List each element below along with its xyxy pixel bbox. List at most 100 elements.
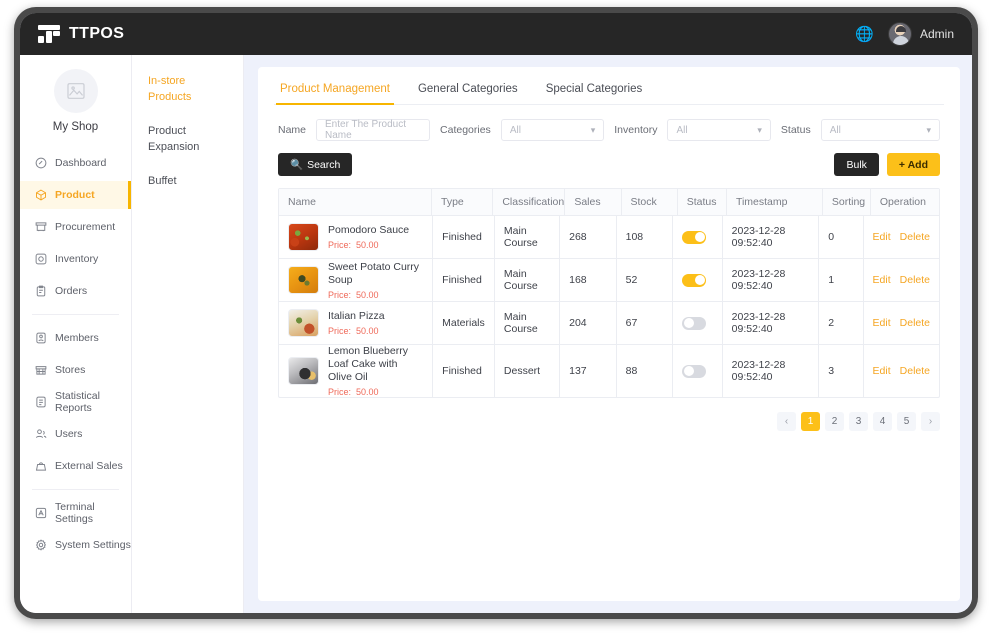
sidebar-item-product[interactable]: Product — [20, 181, 131, 209]
status-toggle[interactable] — [682, 316, 707, 330]
status-toggle[interactable] — [682, 273, 707, 287]
chevron-down-icon: ▾ — [757, 124, 762, 135]
brand: TTPOS — [38, 25, 124, 43]
shop-image-placeholder-icon — [53, 69, 98, 113]
product-price: Price: 50.00 — [328, 326, 379, 336]
shop-block: My Shop — [20, 55, 131, 143]
sidebar-item-dashboard[interactable]: Dashboard — [20, 149, 131, 177]
table-row[interactable]: Lemon Blueberry Loaf Cake with Olive Oil… — [279, 345, 939, 397]
globe-icon[interactable]: 🌐 — [855, 27, 874, 42]
categories-select-value: All — [509, 124, 521, 136]
top-bar-right: 🌐 Admin — [855, 22, 954, 46]
inventory-filter-label: Inventory — [614, 124, 658, 136]
search-input[interactable]: Enter The Product Name — [316, 119, 431, 141]
column-header-sales: Sales — [565, 189, 622, 215]
delete-link[interactable]: Delete — [900, 317, 930, 329]
sidebar-item-stores[interactable]: Stores — [20, 356, 131, 384]
status-select[interactable]: All ▾ — [820, 119, 940, 141]
sidebar-item-label: Orders — [55, 285, 88, 297]
search-input-placeholder: Enter The Product Name — [325, 119, 406, 141]
table-row[interactable]: Pomodoro Sauce Price: 50.00 Finished Mai… — [279, 216, 939, 259]
sidebar-item-label: Users — [55, 428, 83, 440]
cell-sorting: 3 — [819, 345, 864, 397]
app-screen: TTPOS 🌐 Admin My Shop Dashboard Product … — [20, 13, 972, 613]
sidebar-item-label: Inventory — [55, 253, 99, 265]
cell-classification: Main Course — [495, 216, 561, 258]
users-group-icon — [34, 428, 47, 441]
sidebar-divider-2 — [32, 489, 119, 490]
edit-link[interactable]: Edit — [873, 274, 891, 286]
ttpos-logo-icon — [38, 25, 60, 43]
status-select-value: All — [829, 124, 841, 136]
page-button-4[interactable]: 4 — [873, 412, 892, 431]
page-button-5[interactable]: 5 — [897, 412, 916, 431]
table-row[interactable]: Italian Pizza Price: 50.00 Materials Mai… — [279, 302, 939, 345]
delete-link[interactable]: Delete — [900, 274, 930, 286]
sidebar-item-label: External Sales — [55, 460, 123, 472]
sidebar-item-label: Statistical Reports — [55, 390, 100, 414]
sidebar-item-external-sales[interactable]: External Sales — [20, 452, 131, 480]
edit-link[interactable]: Edit — [873, 317, 891, 329]
cell-name: Sweet Potato Curry Soup Price: 50.00 — [279, 259, 434, 301]
cell-stock: 67 — [617, 302, 674, 344]
search-button[interactable]: 🔍 Search — [278, 153, 353, 176]
table-header-row: Name Type Classification Sales Stock Sta… — [279, 189, 939, 216]
edit-link[interactable]: Edit — [873, 231, 891, 243]
edit-link[interactable]: Edit — [873, 365, 891, 377]
inventory-select[interactable]: All ▾ — [667, 119, 771, 141]
subnav-item-buffet[interactable]: Buffet — [148, 173, 229, 189]
chevron-left-icon[interactable]: ‹ — [777, 412, 796, 431]
chevron-right-icon[interactable]: › — [921, 412, 940, 431]
page-button-3[interactable]: 3 — [849, 412, 868, 431]
tab-product-management[interactable]: Product Management — [276, 83, 394, 105]
brand-name: TTPOS — [69, 25, 125, 42]
status-toggle[interactable] — [682, 230, 707, 244]
sidebar-item-inventory[interactable]: Inventory — [20, 245, 131, 273]
tab-general-categories[interactable]: General Categories — [418, 83, 518, 104]
categories-select[interactable]: All ▾ — [500, 119, 605, 141]
tab-bar: Product Management General Categories Sp… — [274, 67, 944, 105]
chevron-down-icon: ▾ — [590, 124, 596, 135]
sidebar-item-users[interactable]: Users — [20, 420, 131, 448]
product-info: Lemon Blueberry Loaf Cake with Olive Oil… — [288, 345, 423, 397]
user-menu[interactable]: Admin — [887, 22, 954, 46]
procurement-cart-icon — [34, 221, 47, 234]
members-user-icon — [34, 332, 47, 345]
product-price: Price: 50.00 — [328, 387, 379, 397]
sidebar-item-label: Members — [55, 332, 99, 344]
cell-sales: 137 — [560, 345, 617, 397]
bulk-button[interactable]: Bulk — [834, 153, 879, 176]
sidebar-item-orders[interactable]: Orders — [20, 277, 131, 305]
add-button[interactable]: + Add — [886, 153, 940, 176]
table-row[interactable]: Sweet Potato Curry Soup Price: 50.00 Fin… — [279, 259, 939, 302]
name-filter-label: Name — [278, 124, 307, 136]
product-text: Italian Pizza Price: 50.00 — [328, 310, 385, 336]
reports-document-icon — [34, 396, 47, 409]
cell-type: Finished — [433, 259, 495, 301]
sidebar-item-terminal-settings[interactable]: Terminal Settings — [20, 499, 131, 527]
delete-link[interactable]: Delete — [900, 365, 930, 377]
cell-timestamp: 2023-12-28 09:52:40 — [723, 302, 820, 344]
sidebar-item-system-settings[interactable]: System Settings — [20, 531, 131, 559]
cell-classification: Main Course — [495, 302, 561, 344]
column-header-classification: Classification — [493, 189, 566, 215]
sidebar-item-statistical-reports[interactable]: Statistical Reports — [20, 388, 131, 416]
subnav-item-product-expansion[interactable]: Product Expansion — [148, 123, 229, 155]
subnav-item-in-store-products[interactable]: In-store Products — [148, 73, 229, 105]
page-button-2[interactable]: 2 — [825, 412, 844, 431]
tab-special-categories[interactable]: Special Categories — [546, 83, 643, 104]
sidebar-item-procurement[interactable]: Procurement — [20, 213, 131, 241]
status-toggle[interactable] — [682, 364, 707, 378]
sidebar-item-members[interactable]: Members — [20, 324, 131, 352]
cell-status — [673, 302, 723, 344]
cell-sales: 204 — [560, 302, 617, 344]
cell-operation: Edit Delete — [864, 259, 939, 301]
delete-link[interactable]: Delete — [900, 231, 930, 243]
column-header-operation: Operation — [879, 196, 926, 208]
column-header-type: Type — [432, 189, 494, 215]
main-content: Product Management General Categories Sp… — [244, 55, 972, 613]
cell-timestamp: 2023-12-28 09:52:40 — [723, 216, 820, 258]
page-button-1[interactable]: 1 — [801, 412, 820, 431]
product-info: Italian Pizza Price: 50.00 — [288, 309, 385, 337]
product-thumbnail — [288, 266, 319, 294]
